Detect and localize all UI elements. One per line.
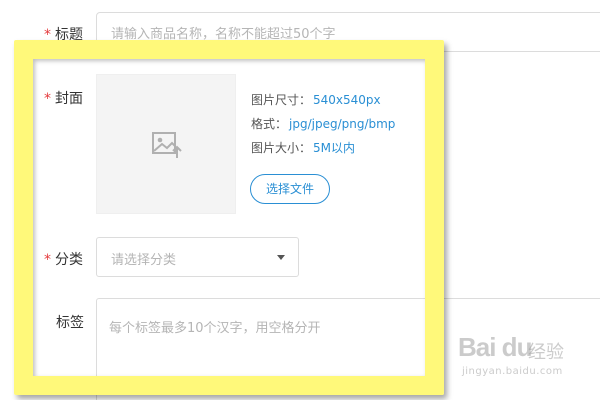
required-mark: * (44, 91, 51, 107)
image-format-info: 格式： jpg/jpeg/png/bmp (251, 117, 396, 131)
category-label: * 分类 (44, 252, 83, 268)
required-mark: * (44, 27, 51, 43)
cover-label: * 封面 (44, 91, 83, 107)
caret-down-icon (277, 255, 285, 260)
image-size-info: 图片尺寸： 540x540px (251, 93, 381, 107)
choose-file-button[interactable]: 选择文件 (250, 174, 330, 204)
image-filesize-info: 图片大小： 5M以内 (251, 141, 356, 155)
category-select[interactable]: 请选择分类 (96, 237, 299, 277)
category-placeholder: 请选择分类 (111, 253, 177, 268)
watermark: Bai du 经验 jingyan.baidu.com (448, 332, 598, 382)
tags-label: 标签 (56, 315, 84, 331)
watermark-text: 经验 (528, 342, 564, 363)
cover-upload-area[interactable] (96, 74, 236, 214)
title-label: * 标题 (44, 27, 83, 43)
image-upload-icon (152, 132, 182, 158)
title-input[interactable]: 请输入商品名称，名称不能超过50个字 (96, 12, 600, 52)
watermark-logo: Bai du (458, 332, 532, 362)
watermark-url: jingyan.baidu.com (462, 366, 563, 377)
required-mark: * (44, 252, 51, 268)
